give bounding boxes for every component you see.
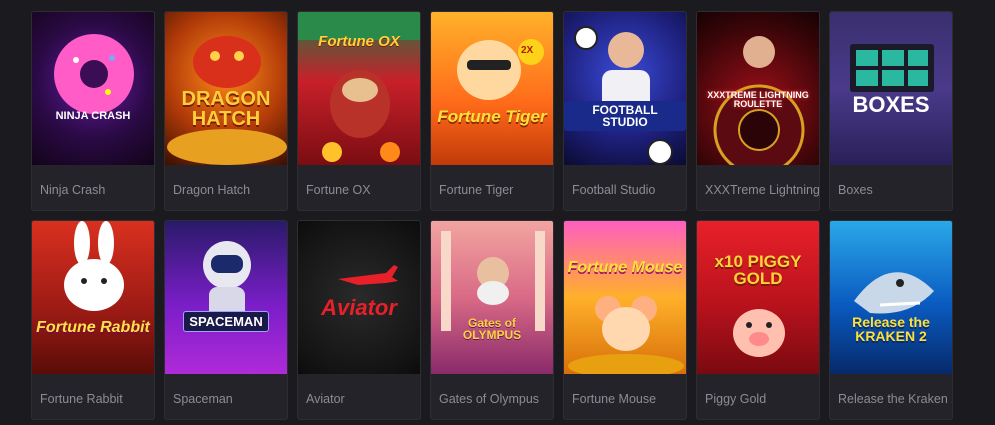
donut-icon (54, 34, 134, 114)
thumb-label: FOOTBALL STUDIO (564, 101, 686, 131)
game-card-ninja-crash[interactable]: NINJA CRASH Ninja Crash (31, 11, 155, 211)
astronaut-icon (203, 241, 251, 321)
tiger-icon (457, 39, 544, 100)
game-thumbnail: NINJA CRASH (32, 12, 154, 165)
pig-icon (733, 309, 785, 357)
game-title: Football Studio (572, 183, 656, 197)
game-thumbnail: Aviator (298, 221, 420, 374)
game-card-fortune-ox[interactable]: Fortune OX Fortune OX (297, 11, 421, 211)
game-thumbnail: Fortune OX (298, 12, 420, 165)
game-title: Release the Kraken 2 (838, 392, 952, 406)
game-title: Aviator (306, 392, 345, 406)
thumb-label: Gates of OLYMPUS (462, 315, 522, 342)
thumb-label: Aviator (321, 294, 397, 320)
game-card-release-the-kraken[interactable]: Release the KRAKEN 2 Release the Kraken … (829, 220, 953, 420)
thumb-label: Fortune Tiger (437, 106, 547, 126)
thumb-label: DRAGON HATCH (181, 87, 271, 130)
game-title: Fortune Mouse (572, 392, 657, 406)
thumb-label: Fortune Mouse (567, 258, 683, 276)
game-card-spaceman[interactable]: SPACEMAN Spaceman (164, 220, 288, 420)
mouse-icon (568, 296, 684, 374)
game-card-gates-of-olympus[interactable]: Gates of OLYMPUS Gates of Olympus (430, 220, 554, 420)
boxes-icon (850, 44, 934, 92)
game-thumbnail: Fortune Mouse (564, 221, 686, 374)
thumb-label: XXXTREME LIGHTNING ROULETTE (707, 89, 809, 109)
game-thumbnail: FOOTBALL STUDIO (564, 12, 686, 165)
roulette-icon (713, 36, 805, 165)
game-title: Dragon Hatch (173, 183, 251, 197)
game-thumbnail: SPACEMAN (165, 221, 287, 374)
shark-icon (854, 272, 934, 314)
game-card-football-studio[interactable]: FOOTBALL STUDIO Football Studio (563, 11, 687, 211)
game-card-fortune-tiger[interactable]: 2X Fortune Tiger Fortune Tiger (430, 11, 554, 211)
thumb-label: Release the KRAKEN 2 (852, 313, 930, 344)
game-title: Boxes (838, 183, 873, 197)
game-thumbnail: Gates of OLYMPUS (431, 221, 553, 374)
rabbit-icon (64, 221, 124, 311)
game-thumbnail: DRAGON HATCH (165, 12, 287, 165)
game-card-fortune-rabbit[interactable]: Fortune Rabbit Fortune Rabbit (31, 220, 155, 420)
game-thumbnail: BOXES (830, 12, 952, 165)
game-thumbnail: 2X Fortune Tiger (431, 12, 553, 165)
thumb-label: x10 PIGGY GOLD (714, 252, 802, 288)
game-title: Ninja Crash (40, 183, 106, 197)
game-thumbnail: XXXTREME LIGHTNING ROULETTE (697, 12, 819, 165)
thumb-label: NINJA CRASH (55, 109, 131, 122)
game-title: Fortune Rabbit (40, 392, 123, 406)
game-card-fortune-mouse[interactable]: Fortune Mouse Fortune Mouse (563, 220, 687, 420)
game-thumbnail: Release the KRAKEN 2 (830, 221, 952, 374)
thumb-label: SPACEMAN (183, 311, 269, 332)
game-title: Piggy Gold (705, 392, 767, 406)
zeus-icon (441, 231, 545, 331)
game-grid: NINJA CRASH Ninja Crash DRAGON HATCH Dra… (31, 11, 953, 420)
game-title: Fortune Tiger (439, 183, 514, 197)
football-icon (574, 26, 673, 165)
thumb-label: BOXES (852, 91, 930, 117)
game-title: Fortune OX (306, 183, 371, 197)
game-title: XXXTreme Lightning (705, 183, 819, 197)
game-title: Spaceman (173, 392, 233, 406)
game-thumbnail: x10 PIGGY GOLD (697, 221, 819, 374)
game-card-xxxtreme-lightning[interactable]: XXXTREME LIGHTNING ROULETTE XXXTreme Lig… (696, 11, 820, 211)
game-card-boxes[interactable]: BOXES Boxes (829, 11, 953, 211)
game-card-aviator[interactable]: Aviator Aviator (297, 220, 421, 420)
game-card-piggy-gold[interactable]: x10 PIGGY GOLD Piggy Gold (696, 220, 820, 420)
thumb-label: Fortune OX (318, 32, 400, 50)
thumb-label: Fortune Rabbit (36, 318, 150, 336)
multiplier-badge: 2X (521, 45, 534, 56)
game-title: Gates of Olympus (439, 392, 540, 406)
game-card-dragon-hatch[interactable]: DRAGON HATCH Dragon Hatch (164, 11, 288, 211)
game-thumbnail: Fortune Rabbit (32, 221, 154, 374)
